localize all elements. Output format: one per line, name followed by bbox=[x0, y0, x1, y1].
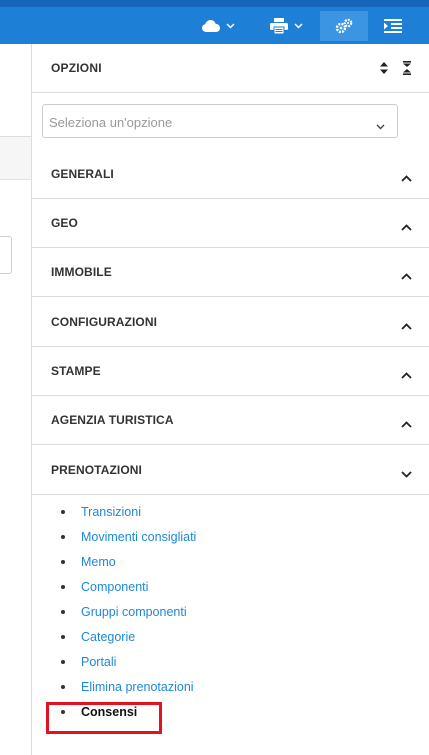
chevron-up-icon bbox=[401, 366, 412, 384]
chevron-down-icon bbox=[225, 22, 235, 29]
chevron-down-icon bbox=[401, 465, 412, 483]
chevron-up-icon bbox=[401, 317, 412, 335]
panel-header: OPZIONI bbox=[32, 44, 429, 93]
printer-icon bbox=[269, 17, 288, 34]
bullet bbox=[61, 560, 65, 564]
link-movimenti-consigliati[interactable]: Movimenti consigliati bbox=[81, 529, 196, 545]
section-immobile[interactable]: IMMOBILE bbox=[32, 247, 429, 297]
options-panel: OPZIONI Seleziona un'opzione GENERALI GE… bbox=[31, 44, 429, 755]
option-select-placeholder: Seleziona un'opzione bbox=[49, 115, 173, 130]
main-content-area bbox=[0, 44, 31, 755]
highlight-box bbox=[46, 702, 162, 734]
indent-list-icon bbox=[384, 18, 402, 33]
panel-toggle-button[interactable] bbox=[378, 7, 408, 44]
section-label: GEO bbox=[51, 216, 78, 230]
section-stampe[interactable]: STAMPE bbox=[32, 346, 429, 396]
chevron-up-icon bbox=[401, 267, 412, 285]
chevron-up-icon bbox=[401, 415, 412, 433]
section-label: CONFIGURAZIONI bbox=[51, 315, 158, 329]
bullet bbox=[61, 635, 65, 639]
section-label: IMMOBILE bbox=[51, 265, 112, 279]
bullet bbox=[61, 585, 65, 589]
link-gruppi-componenti[interactable]: Gruppi componenti bbox=[81, 604, 187, 620]
option-select[interactable]: Seleziona un'opzione bbox=[42, 104, 398, 138]
bullet bbox=[61, 535, 65, 539]
content-box bbox=[0, 236, 12, 274]
chevron-up-icon bbox=[401, 218, 412, 236]
settings-button[interactable] bbox=[320, 11, 368, 41]
section-generali[interactable]: GENERALI bbox=[32, 149, 429, 199]
chevron-up-icon bbox=[401, 169, 412, 187]
cloud-icon bbox=[201, 19, 220, 32]
cloud-menu-button[interactable] bbox=[196, 7, 240, 44]
section-agenzia-turistica[interactable]: AGENZIA TURISTICA bbox=[32, 395, 429, 445]
link-categorie[interactable]: Categorie bbox=[81, 629, 135, 645]
collapse-all-icon[interactable] bbox=[402, 61, 416, 75]
section-geo[interactable]: GEO bbox=[32, 198, 429, 248]
link-componenti[interactable]: Componenti bbox=[81, 579, 148, 595]
print-menu-button[interactable] bbox=[264, 7, 308, 44]
gears-icon bbox=[335, 18, 353, 34]
section-label: STAMPE bbox=[51, 364, 101, 378]
section-configurazioni[interactable]: CONFIGURAZIONI bbox=[32, 297, 429, 347]
link-portali[interactable]: Portali bbox=[81, 654, 116, 670]
bullet bbox=[61, 685, 65, 689]
bullet bbox=[61, 510, 65, 514]
chevron-down-icon bbox=[376, 117, 385, 135]
link-memo[interactable]: Memo bbox=[81, 554, 116, 570]
section-label: PRENOTAZIONI bbox=[51, 463, 142, 477]
content-band bbox=[0, 137, 31, 180]
bullet bbox=[61, 660, 65, 664]
expand-all-icon[interactable] bbox=[379, 61, 393, 75]
panel-title: OPZIONI bbox=[51, 61, 102, 75]
chevron-down-icon bbox=[293, 22, 303, 29]
link-elimina-prenotazioni[interactable]: Elimina prenotazioni bbox=[81, 679, 194, 695]
section-label: GENERALI bbox=[51, 167, 114, 181]
section-prenotazioni[interactable]: PRENOTAZIONI bbox=[32, 445, 429, 495]
section-label: AGENZIA TURISTICA bbox=[51, 413, 174, 427]
top-toolbar bbox=[0, 0, 429, 44]
link-transizioni[interactable]: Transizioni bbox=[81, 504, 141, 520]
bullet bbox=[61, 610, 65, 614]
